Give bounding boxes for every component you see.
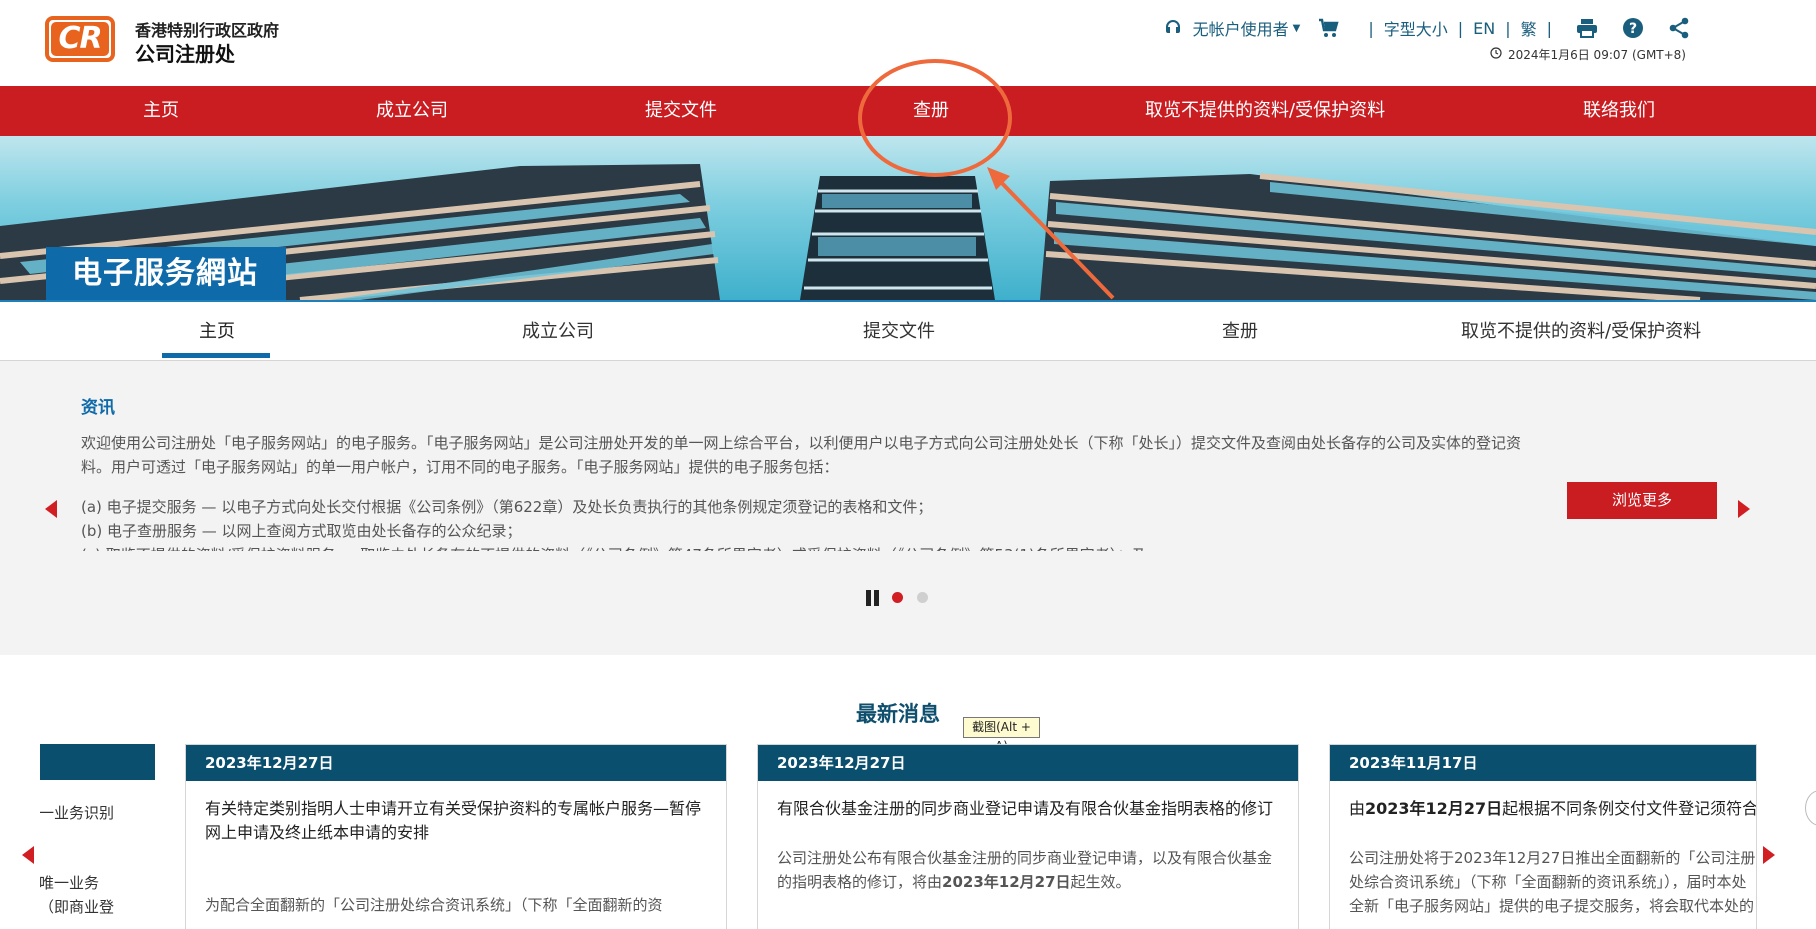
- share-icon[interactable]: [1668, 17, 1690, 39]
- list-item: (b) 电子查册服务 — 以网上查阅方式取览由处长备存的公众纪录；: [81, 522, 522, 540]
- cart-icon[interactable]: [1318, 18, 1340, 38]
- clock-icon: [1490, 47, 1502, 62]
- news-summary: 为配合全面翻新的「公司注册处综合资讯系统」（下称「全面翻新的资: [205, 896, 663, 914]
- nav-submit-documents[interactable]: 提交文件: [645, 86, 717, 136]
- news-summary: 公司注册处将于2023年12月27日推出全面翻新的「公司注册处综合资讯系统」（下…: [1349, 849, 1756, 915]
- header-tools: 无帐户使用者 ▼ | 字型大小 | EN | 繁 | ?: [1163, 16, 1690, 40]
- lang-en-link[interactable]: EN: [1473, 19, 1495, 38]
- registry-name: 公司注册处: [135, 42, 235, 66]
- logo-text: CR: [51, 22, 109, 56]
- section-tabs: 主页 成立公司 提交文件 查册 取览不提供的资料/受保护资料: [0, 300, 1816, 361]
- nav-contact[interactable]: 联络我们: [1583, 86, 1655, 136]
- nav-incorporate[interactable]: 成立公司: [376, 86, 448, 136]
- news-title[interactable]: 有关特定类别指明人士申请开立有关受保护资料的专属帐户服务—暂停网上申请及终止纸本…: [205, 797, 712, 845]
- latest-news-heading: 最新消息: [856, 702, 940, 726]
- carousel-prev-arrow[interactable]: [45, 500, 57, 518]
- tab-search[interactable]: 查册: [1222, 302, 1258, 361]
- active-tab-indicator: [162, 353, 270, 358]
- tab-submit-documents[interactable]: 提交文件: [863, 302, 935, 361]
- news-prev-arrow[interactable]: [22, 846, 34, 864]
- browse-more-button[interactable]: 浏览更多: [1567, 482, 1717, 519]
- partial-text: （即商业登: [40, 898, 115, 916]
- info-heading: 资讯: [81, 398, 115, 418]
- lang-tc-link[interactable]: 繁: [1521, 16, 1537, 40]
- separator: |: [1457, 18, 1464, 38]
- site-header: CR 香港特别行政区政府 公司注册处 无帐户使用者 ▼ | 字型大小 | EN …: [0, 0, 1816, 86]
- tab-protected-info[interactable]: 取览不提供的资料/受保护资料: [1461, 302, 1701, 361]
- info-paragraph: 欢迎使用公司注册处「电子服务网站」的电子服务。「电子服务网站」是公司注册处开发的…: [81, 434, 1522, 476]
- current-datetime: 2024年1月6日 09:07 (GMT+8): [1490, 46, 1686, 63]
- pause-icon[interactable]: [866, 590, 882, 606]
- news-date: 2023年12月27日: [758, 745, 1298, 781]
- carousel-dot[interactable]: [917, 592, 928, 603]
- partial-text: 唯一业务: [40, 874, 100, 892]
- font-size-link[interactable]: 字型大小: [1384, 16, 1448, 40]
- eservice-portal-title: 电子服务網站: [46, 247, 286, 300]
- nav-home[interactable]: 主页: [143, 86, 179, 136]
- side-widget[interactable]: [1805, 790, 1816, 826]
- cr-logo[interactable]: CR: [45, 16, 115, 62]
- screenshot-tooltip: 截图(Alt + A): [963, 717, 1040, 753]
- help-icon[interactable]: ?: [1622, 17, 1644, 39]
- datetime-text: 2024年1月6日 09:07 (GMT+8): [1507, 48, 1686, 62]
- news-summary-text: 起生效。: [1070, 873, 1131, 891]
- user-icon[interactable]: [1163, 18, 1183, 38]
- separator: |: [1368, 18, 1374, 38]
- news-title[interactable]: 有限合伙基金注册的同步商业登记申请及有限合伙基金指明表格的修订: [777, 797, 1284, 821]
- news-summary: 公司注册处公布有限合伙基金注册的同步商业登记申请，以及有限合伙基金的指明表格的修…: [777, 846, 1284, 894]
- news-card[interactable]: 2023年12月27日 有关特定类别指明人士申请开立有关受保护资料的专属帐户服务…: [185, 744, 727, 929]
- user-label: 无帐户使用者: [1192, 20, 1289, 39]
- news-next-arrow[interactable]: [1763, 846, 1775, 864]
- partial-text: 一业务识别: [40, 804, 115, 822]
- svg-text:?: ?: [1629, 21, 1637, 37]
- news-card[interactable]: 2023年11月17日 由2023年12月27日起根据不同条例交付文件登记须符合…: [1329, 744, 1757, 929]
- nav-protected-info[interactable]: 取览不提供的资料/受保护资料: [1145, 86, 1385, 136]
- news-title-date: 2023年12月27日: [1365, 799, 1503, 818]
- news-date: 2023年11月17日: [1330, 745, 1756, 781]
- news-title-text: 由: [1349, 799, 1366, 818]
- list-item: (c) 取览不提供的资料/受保护资料服务 — 取览由处长备存的不提供的资料（《公…: [81, 543, 1541, 551]
- nav-search[interactable]: 查册: [913, 86, 949, 136]
- card-date-bar: [40, 744, 155, 780]
- news-date: 2023年12月27日: [186, 745, 726, 781]
- carousel-next-arrow[interactable]: [1738, 500, 1750, 518]
- print-icon[interactable]: [1576, 18, 1598, 38]
- separator: |: [1505, 18, 1511, 38]
- news-summary-date: 2023年12月27日: [942, 873, 1071, 891]
- main-nav: 主页 成立公司 提交文件 查册 取览不提供的资料/受保护资料 联络我们: [0, 86, 1816, 136]
- news-card[interactable]: 2023年12月27日 有限合伙基金注册的同步商业登记申请及有限合伙基金指明表格…: [757, 744, 1299, 929]
- tab-incorporate[interactable]: 成立公司: [522, 302, 594, 361]
- news-title-text: 起根据不同条例交付文件登记须符合的: [1502, 799, 1756, 818]
- list-item: (a) 电子提交服务 — 以电子方式向处长交付根据《公司条例》（第622章）及处…: [81, 498, 933, 516]
- dropdown-icon: ▼: [1292, 22, 1301, 34]
- news-card-partial[interactable]: 一业务识别 唯一业务 （即商业登: [40, 744, 155, 929]
- news-title[interactable]: 由2023年12月27日起根据不同条例交付文件登记须符合的: [1349, 797, 1756, 821]
- user-account-menu[interactable]: 无帐户使用者 ▼: [1193, 16, 1301, 40]
- separator: |: [1546, 18, 1552, 38]
- carousel-dot-active[interactable]: [892, 592, 903, 603]
- info-service-list: (a) 电子提交服务 — 以电子方式向处长交付根据《公司条例》（第622章）及处…: [81, 495, 1541, 551]
